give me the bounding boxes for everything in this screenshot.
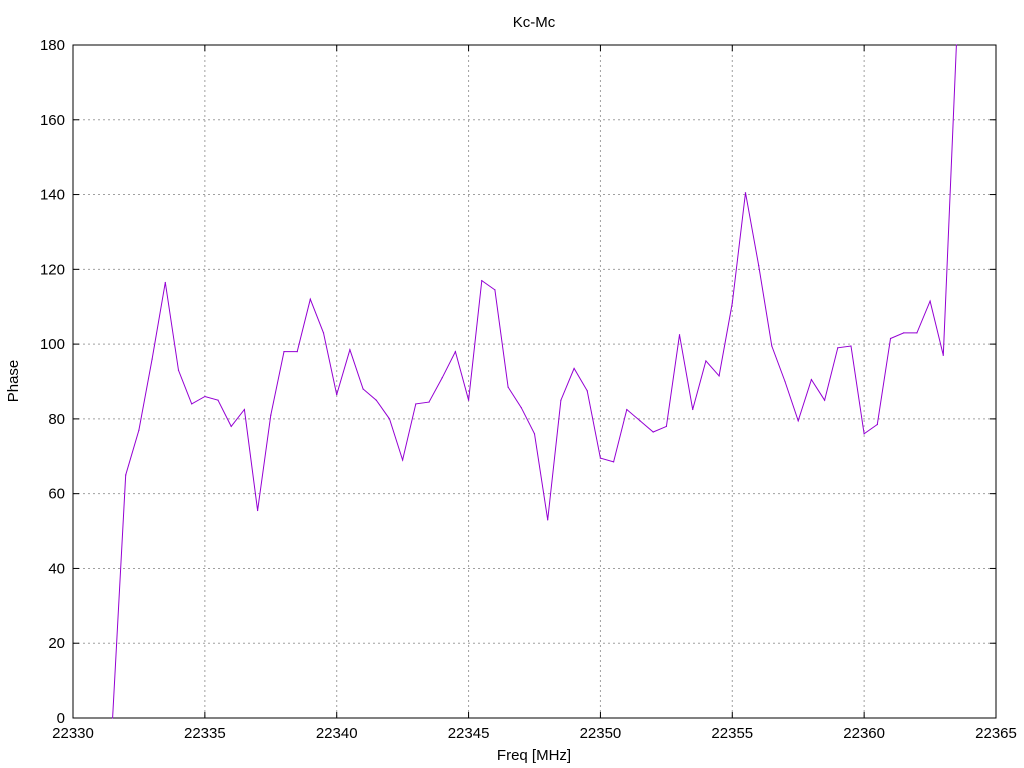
data-point <box>362 388 364 390</box>
chart-title: Kc-Mc <box>513 14 556 31</box>
data-point <box>138 429 140 431</box>
y-tick-label: 160 <box>40 112 65 129</box>
data-point <box>296 350 298 353</box>
data-point <box>467 399 470 401</box>
data-point <box>784 380 786 383</box>
data-point <box>481 279 483 282</box>
y-tick-label: 180 <box>40 37 65 54</box>
x-tick-labels: 22330 22335 22340 22345 22350 22355 22360 22365 <box>52 725 1017 742</box>
data-point <box>415 403 417 405</box>
data-point <box>243 408 246 411</box>
y-tick-label: 100 <box>40 336 65 353</box>
plot-frame <box>72 44 997 719</box>
data-point <box>797 420 799 422</box>
data-point <box>758 264 760 267</box>
data-point <box>916 332 918 334</box>
x-tick-label: 22330 <box>52 725 94 742</box>
data-point <box>309 298 311 300</box>
data-point <box>375 399 377 401</box>
x-tick-label: 22360 <box>843 725 885 742</box>
data-point <box>547 519 549 521</box>
x-tick-label: 22355 <box>711 725 753 742</box>
data-point <box>573 367 575 370</box>
data-point <box>270 414 272 416</box>
y-tick-label: 140 <box>40 187 65 204</box>
y-tick-label: 40 <box>48 560 65 577</box>
data-point <box>560 399 562 401</box>
data-point <box>217 399 219 401</box>
grid-lines <box>73 45 996 718</box>
data-point <box>349 349 351 351</box>
data-point <box>494 289 496 291</box>
data-point <box>626 408 628 411</box>
data-point <box>810 379 813 381</box>
x-tick-label: 22365 <box>975 725 1017 742</box>
chart-canvas: Kc-Mc 22330 22335 22340 22345 22350 22355 2236… <box>5 14 1017 764</box>
data-point <box>837 347 839 349</box>
data-point <box>823 399 826 401</box>
data-point <box>151 358 153 360</box>
data-point <box>454 350 456 353</box>
data-point <box>441 377 443 379</box>
data-point <box>230 425 232 427</box>
x-tick-label: 22335 <box>184 725 226 742</box>
y-tick-label: 120 <box>40 261 65 278</box>
axis-ticks <box>72 44 997 719</box>
data-point <box>678 334 681 336</box>
data-point <box>599 457 602 459</box>
x-tick-label: 22340 <box>316 725 358 742</box>
data-point <box>322 332 325 334</box>
data-point <box>336 393 338 396</box>
data-point <box>402 459 404 461</box>
data-point <box>692 408 694 411</box>
data-point <box>639 420 641 422</box>
series-layer <box>111 44 958 719</box>
data-point <box>428 401 430 403</box>
x-tick-label: 22345 <box>448 725 490 742</box>
data-point <box>705 360 707 362</box>
y-tick-label: 20 <box>48 635 65 652</box>
data-point <box>889 337 892 340</box>
data-point <box>507 386 509 388</box>
data-point <box>903 332 905 334</box>
data-point <box>586 390 588 392</box>
y-tick-label: 60 <box>48 486 65 503</box>
data-point <box>771 345 773 347</box>
data-point <box>164 281 166 284</box>
y-tick-label: 80 <box>48 411 65 428</box>
data-point <box>191 403 193 405</box>
x-tick-label: 22350 <box>580 725 622 742</box>
data-point <box>257 509 259 512</box>
data-point <box>744 192 747 194</box>
data-point <box>204 395 206 398</box>
data-point <box>652 431 654 433</box>
data-point <box>283 350 285 353</box>
data-point <box>125 474 127 476</box>
data-point <box>955 44 958 46</box>
series-line <box>112 44 957 719</box>
data-point <box>731 302 733 304</box>
data-point <box>520 407 522 409</box>
data-point <box>718 375 720 377</box>
data-point <box>111 717 114 719</box>
y-axis-label: Phase <box>5 360 22 403</box>
data-point <box>533 433 536 435</box>
data-point <box>388 418 391 420</box>
y-tick-labels: 0 20 40 60 80 100 120 140 160 180 <box>40 37 65 727</box>
x-axis-label: Freq [MHz] <box>497 747 571 764</box>
y-tick-label: 0 <box>57 710 65 727</box>
data-point <box>863 433 865 435</box>
data-point <box>942 354 944 356</box>
data-point <box>876 423 878 426</box>
data-point <box>850 345 852 347</box>
data-point <box>177 369 180 371</box>
data-point <box>929 300 931 302</box>
data-point <box>665 425 667 427</box>
data-point <box>613 461 615 463</box>
